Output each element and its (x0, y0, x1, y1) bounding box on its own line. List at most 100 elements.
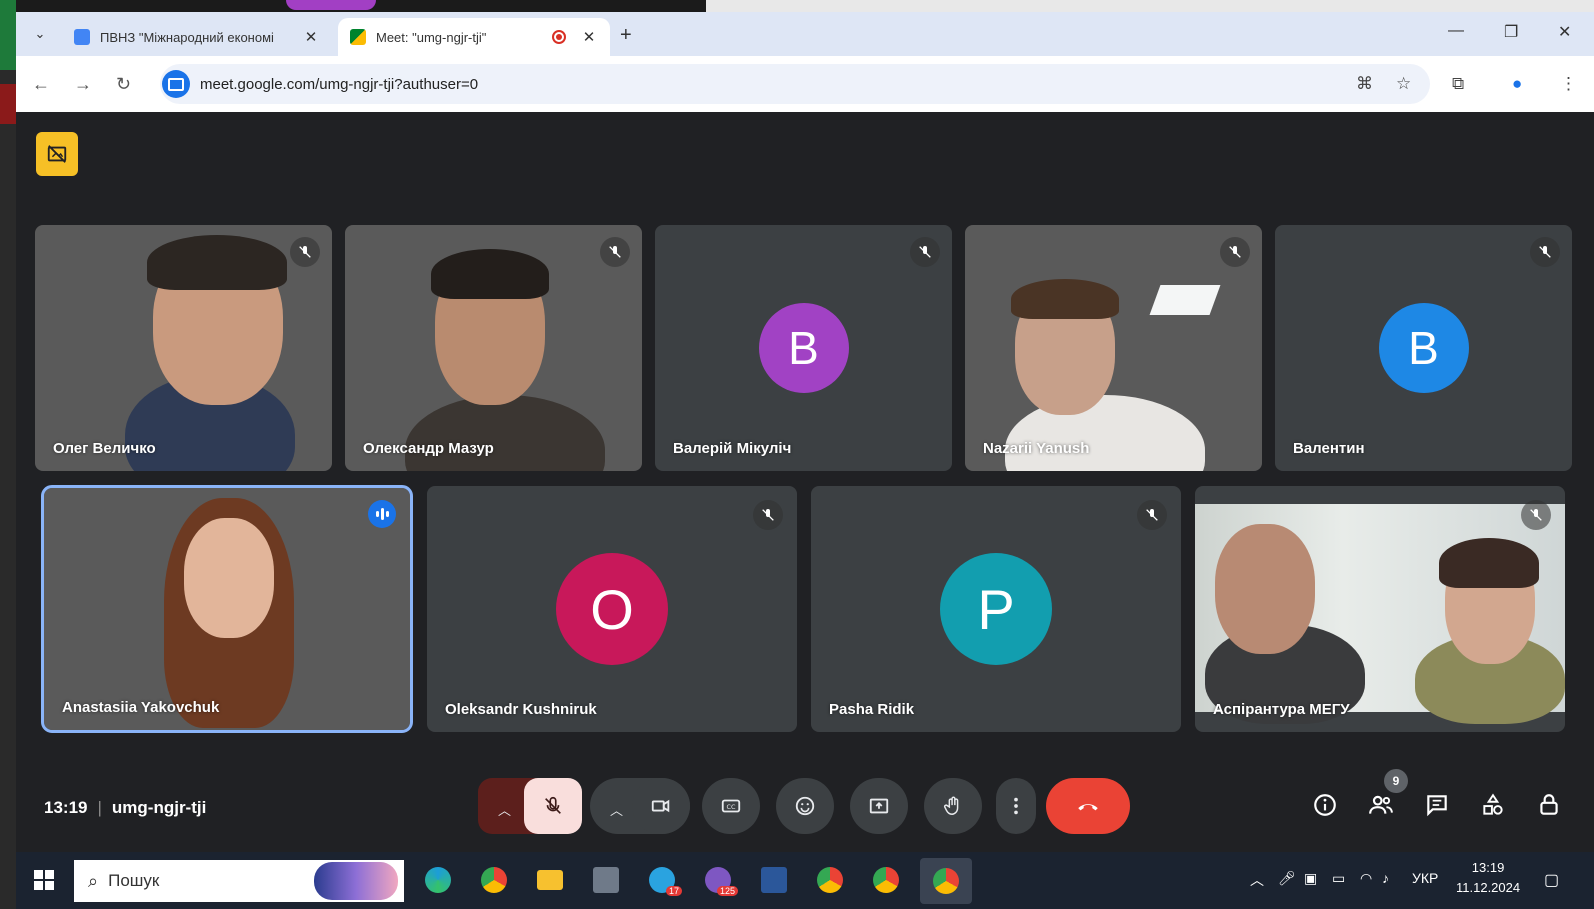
participant-tile[interactable]: Олег Величко (35, 225, 332, 471)
clock-date: 11.12.2024 (1456, 880, 1521, 895)
tab-university[interactable]: ПВНЗ "Міжнародний економі ✕ (62, 18, 332, 56)
menu-kebab-icon[interactable]: ⋮ (1560, 74, 1577, 94)
new-tab-button[interactable]: + (620, 24, 632, 47)
telegram-badge: 17 (665, 886, 682, 896)
recording-icon (552, 30, 566, 44)
extensions-icon[interactable]: ⧉ (1452, 74, 1464, 94)
participant-name: Anastasiia Yakovchuk (62, 699, 220, 716)
volume-icon[interactable]: ♪ (1382, 870, 1389, 886)
captions-button[interactable]: CC (702, 778, 760, 834)
present-screen-button[interactable] (850, 778, 908, 834)
tab-close-icon[interactable]: ✕ (580, 28, 598, 46)
word-icon[interactable] (756, 862, 792, 898)
tab-meet[interactable]: Meet: "umg-ngjr-tji" ✕ (338, 18, 610, 56)
more-options-button[interactable] (996, 778, 1036, 834)
chrome-icon[interactable] (476, 862, 512, 898)
file-explorer-icon[interactable] (532, 862, 568, 898)
reload-button[interactable]: ↻ (116, 74, 131, 95)
language-indicator[interactable]: УКР (1412, 870, 1438, 886)
chevron-up-icon[interactable]: ︿ (610, 800, 623, 819)
meeting-controls-bar: 13:19 | umg-ngjr-tji ︿ ︿ CC 9 (16, 764, 1594, 852)
search-icon: ⌕ (88, 870, 99, 891)
bookmark-star-icon[interactable]: ☆ (1396, 74, 1411, 94)
participant-name: Олександр Мазур (363, 440, 494, 457)
svg-text:CC: CC (727, 803, 736, 811)
browser-window: ⌄ ПВНЗ "Міжнародний економі ✕ Meet: "umg… (16, 12, 1594, 112)
people-icon[interactable] (1368, 792, 1394, 823)
participant-tile[interactable]: В Валентин (1275, 225, 1572, 471)
meeting-details-info-icon[interactable] (1312, 792, 1338, 823)
back-button[interactable]: ← (32, 74, 50, 95)
emoji-reactions-button[interactable] (776, 778, 834, 834)
meet-stage: Олег Величко Олександр Мазур В Валерій М… (16, 112, 1594, 852)
tray-mic-icon[interactable]: 🎤︎ (1278, 870, 1296, 887)
muted-mic-icon (290, 237, 320, 267)
calendar-favicon-icon (74, 29, 90, 45)
muted-mic-icon (1530, 237, 1560, 267)
participant-avatar: В (1378, 303, 1469, 393)
muted-mic-icon (1521, 500, 1551, 530)
muted-mic-icon (600, 237, 630, 267)
tray-chevron-icon[interactable]: ︿ (1250, 870, 1264, 890)
chrome-profile-icon[interactable] (812, 862, 848, 898)
activities-icon[interactable] (1480, 792, 1506, 823)
taskbar-search-box[interactable]: ⌕ Пошук (74, 860, 404, 902)
participant-tile[interactable]: P Pasha Ridik (811, 486, 1181, 732)
meeting-code: umg-ngjr-tji (111, 798, 207, 817)
windows-start-icon[interactable] (34, 870, 54, 890)
chrome-profile-c-icon[interactable] (868, 862, 904, 898)
site-info-icon[interactable] (162, 70, 190, 98)
address-bar[interactable]: meet.google.com/umg-ngjr-tji?authuser=0 (160, 64, 1430, 104)
muted-mic-icon (753, 500, 783, 530)
participant-avatar: В (758, 303, 849, 393)
calculator-icon[interactable] (588, 862, 624, 898)
raise-hand-button[interactable] (924, 778, 982, 834)
chevron-up-icon[interactable]: ︿ (498, 800, 511, 819)
microphone-toggle-button[interactable] (524, 778, 582, 834)
no-video-badge-icon[interactable] (36, 132, 78, 176)
tray-app-icon[interactable]: ▣ (1304, 870, 1317, 887)
participant-name: Oleksandr Kushniruk (445, 701, 597, 718)
search-label: Пошук (108, 871, 160, 890)
muted-mic-icon (1137, 500, 1167, 530)
notifications-icon[interactable]: ▢ (1544, 870, 1559, 890)
participant-tile[interactable]: O Oleksandr Kushniruk (427, 486, 797, 732)
profile-icon[interactable]: ● (1512, 74, 1522, 94)
host-controls-lock-icon[interactable] (1536, 792, 1562, 823)
participant-name: Pasha Ridik (829, 701, 915, 718)
taskbar-clock[interactable]: 13:19 11.12.2024 (1456, 858, 1520, 898)
translate-icon[interactable]: ⌘ (1356, 74, 1373, 94)
chat-icon[interactable] (1424, 792, 1450, 823)
viber-icon[interactable]: 125 (700, 862, 738, 898)
desktop-background-left (0, 0, 16, 909)
tab-close-icon[interactable]: ✕ (302, 28, 320, 46)
viber-badge: 125 (716, 886, 738, 896)
participant-tile[interactable]: Аспірантура МЕГУ (1195, 486, 1565, 732)
search-highlight-image (314, 862, 398, 900)
camera-toggle-button[interactable] (632, 778, 690, 834)
meeting-time: 13:19 (44, 798, 88, 817)
minimize-button[interactable]: — (1448, 22, 1464, 40)
participant-tile[interactable]: Nazarii Yanush (965, 225, 1262, 471)
participant-tile-active-speaker[interactable]: Anastasiia Yakovchuk (41, 485, 413, 733)
participant-avatar: P (940, 553, 1052, 665)
wifi-icon[interactable]: ◠ (1360, 870, 1372, 887)
telegram-icon[interactable]: 17 (644, 862, 682, 898)
muted-mic-icon (910, 237, 940, 267)
chrome-active-window-icon[interactable] (920, 858, 972, 904)
close-window-button[interactable]: ✕ (1558, 22, 1571, 42)
desktop-background-top (16, 0, 1594, 12)
windows-taskbar: ⌕ Пошук 17 125 ︿ 🎤︎ ▣ ▭ ◠ ♪ УКР 13:19 11… (16, 852, 1594, 909)
participant-tile[interactable]: В Валерій Мікуліч (655, 225, 952, 471)
tab-search-chevron-icon[interactable]: ⌄ (28, 22, 52, 46)
edge-icon[interactable] (420, 862, 456, 898)
forward-button[interactable]: → (74, 74, 92, 95)
participant-tile[interactable]: Олександр Мазур (345, 225, 642, 471)
battery-icon[interactable]: ▭ (1332, 870, 1345, 887)
leave-call-button[interactable] (1046, 778, 1130, 834)
browser-toolbar: ← → ↻ meet.google.com/umg-ngjr-tji?authu… (16, 56, 1594, 112)
meet-favicon-icon (350, 29, 366, 45)
url-text: meet.google.com/umg-ngjr-tji?authuser=0 (200, 75, 479, 93)
restore-button[interactable]: ❐ (1504, 22, 1518, 42)
participant-name: Олег Величко (53, 440, 156, 457)
